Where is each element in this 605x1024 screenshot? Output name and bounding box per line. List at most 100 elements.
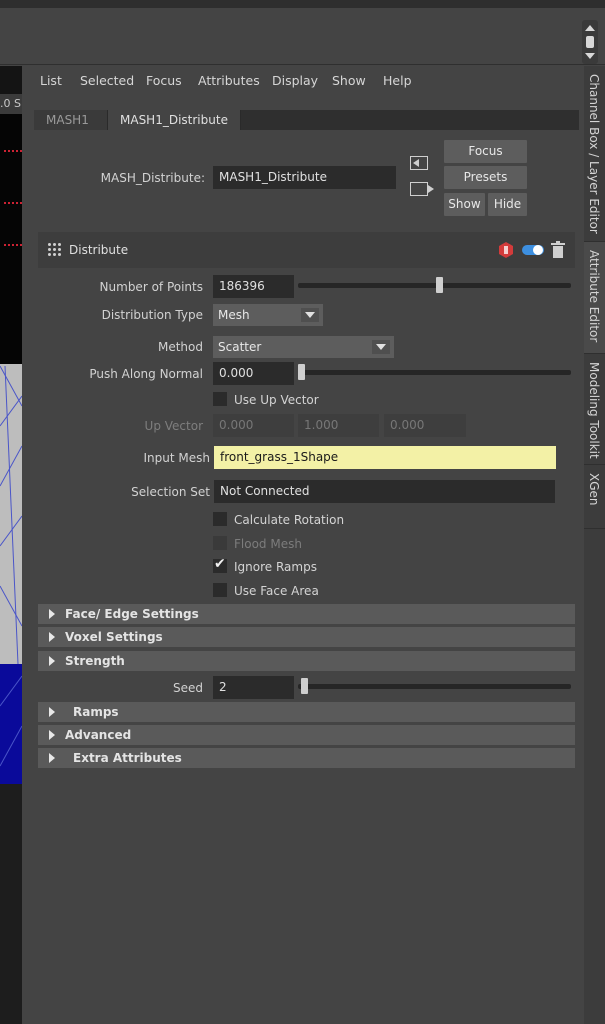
method-value: Scatter — [218, 340, 262, 354]
distribution-type-dropdown[interactable]: Mesh — [213, 304, 323, 326]
tab-modeling-toolkit-label: Modeling Toolkit — [587, 362, 601, 459]
tab-xgen-label: XGen — [587, 473, 601, 506]
push-along-normal-field[interactable]: 0.000 — [213, 362, 294, 385]
attribute-editor: List Selected Focus Attributes Display S… — [28, 66, 582, 1024]
load-output-icon[interactable] — [410, 182, 434, 196]
use-up-vector-label: Use Up Vector — [234, 393, 319, 407]
voxel-settings-title: Voxel Settings — [65, 630, 163, 644]
maya-window: .0 S List Selected Focus Attributes Disp… — [0, 0, 605, 1024]
top-panel — [0, 8, 605, 65]
seed-slider-thumb[interactable] — [300, 678, 308, 694]
expand-arrow-icon — [49, 730, 55, 740]
chevron-down-icon — [301, 308, 319, 322]
face-edge-settings-title: Face/ Edge Settings — [65, 607, 199, 621]
selection-set-label: Selection Set — [131, 485, 210, 499]
use-face-area-checkbox[interactable] — [213, 583, 227, 597]
distribute-title: Distribute — [69, 243, 129, 257]
expand-arrow-icon — [49, 707, 55, 717]
tab-xgen[interactable]: XGen — [584, 465, 605, 529]
number-of-points-slider-thumb[interactable] — [436, 277, 444, 293]
number-of-points-field[interactable]: 186396 — [213, 275, 294, 298]
enable-toggle-icon[interactable] — [522, 244, 544, 256]
calculate-rotation-label: Calculate Rotation — [234, 513, 345, 527]
viewport-panel[interactable]: .0 S — [0, 66, 22, 1024]
distribution-type-label: Distribution Type — [101, 308, 203, 322]
mash-warning-icon[interactable] — [499, 242, 513, 258]
scroll-thumb[interactable] — [586, 36, 594, 48]
node-tabs: MASH1 MASH1_Distribute — [34, 110, 579, 130]
extra-attributes-title: Extra Attributes — [73, 751, 182, 765]
expand-arrow-icon — [49, 609, 55, 619]
method-label: Method — [157, 340, 203, 354]
up-vector-z-field[interactable]: 0.000 — [384, 414, 466, 437]
up-vector-x-field[interactable]: 0.000 — [213, 414, 294, 437]
tab-attribute-editor[interactable]: Attribute Editor — [584, 242, 605, 354]
title-strip — [0, 0, 605, 8]
method-dropdown[interactable]: Scatter — [213, 336, 394, 358]
expand-arrow-icon — [49, 632, 55, 642]
menu-display[interactable]: Display — [272, 73, 318, 88]
tab-channel-box[interactable]: Channel Box / Layer Editor — [584, 66, 605, 242]
ramps-title: Ramps — [73, 705, 119, 719]
calculate-rotation-checkbox[interactable] — [213, 512, 227, 526]
ramps-frame[interactable]: Ramps — [38, 702, 575, 722]
input-mesh-field[interactable]: front_grass_1Shape — [214, 446, 556, 469]
menu-help[interactable]: Help — [383, 73, 412, 88]
presets-button[interactable]: Presets — [444, 166, 527, 189]
focus-button[interactable]: Focus — [444, 140, 527, 163]
seed-slider[interactable] — [298, 684, 571, 689]
seed-label: Seed — [173, 681, 203, 695]
menu-selected[interactable]: Selected — [80, 73, 134, 88]
voxel-settings-frame[interactable]: Voxel Settings — [38, 627, 575, 647]
number-of-points-label: Number of Points — [99, 280, 203, 294]
tab-mash1[interactable]: MASH1 — [34, 110, 108, 130]
menu-list[interactable]: List — [40, 73, 62, 88]
side-tab-bar: Channel Box / Layer Editor Attribute Edi… — [584, 66, 605, 1024]
node-name-field[interactable]: MASH1_Distribute — [213, 166, 396, 189]
tab-modeling-toolkit[interactable]: Modeling Toolkit — [584, 354, 605, 465]
scroll-up-icon[interactable] — [585, 25, 595, 31]
strength-frame[interactable]: Strength — [38, 651, 575, 671]
expand-arrow-icon — [49, 753, 55, 763]
distribute-header[interactable]: Distribute — [38, 232, 575, 268]
menu-attributes[interactable]: Attributes — [198, 73, 260, 88]
up-vector-y-field[interactable]: 1.000 — [298, 414, 379, 437]
expand-arrow-icon — [49, 656, 55, 666]
distribution-type-value: Mesh — [218, 308, 250, 322]
flood-mesh-label: Flood Mesh — [234, 537, 302, 551]
tab-channel-box-label: Channel Box / Layer Editor — [587, 74, 601, 234]
ignore-ramps-label: Ignore Ramps — [234, 560, 317, 574]
advanced-title: Advanced — [65, 728, 132, 742]
tab-mash1-distribute[interactable]: MASH1_Distribute — [108, 110, 241, 130]
push-along-normal-label: Push Along Normal — [89, 367, 203, 381]
distribute-node-icon — [48, 243, 62, 257]
scroll-down-icon[interactable] — [585, 53, 595, 59]
extra-attributes-frame[interactable]: Extra Attributes — [38, 748, 575, 768]
selection-set-field[interactable]: Not Connected — [214, 480, 555, 503]
show-button[interactable]: Show — [444, 193, 485, 216]
flood-mesh-checkbox[interactable] — [213, 536, 227, 550]
panel-scroller[interactable] — [582, 20, 598, 64]
checkmark-icon: ✔ — [214, 556, 226, 572]
viewport-wireframe — [0, 365, 22, 767]
trash-icon[interactable] — [551, 241, 565, 258]
push-along-normal-slider-thumb[interactable] — [298, 364, 305, 380]
menubar: List Selected Focus Attributes Display S… — [28, 66, 582, 96]
face-edge-settings-frame[interactable]: Face/ Edge Settings — [38, 604, 575, 624]
load-input-icon[interactable] — [410, 156, 428, 170]
up-vector-label: Up Vector — [144, 419, 203, 433]
menu-focus[interactable]: Focus — [146, 73, 182, 88]
push-along-normal-slider[interactable] — [298, 370, 571, 375]
number-of-points-slider[interactable] — [298, 283, 571, 288]
seed-field[interactable]: 2 — [213, 676, 294, 699]
tab-attribute-editor-label: Attribute Editor — [587, 250, 601, 343]
node-name-label: MASH_Distribute: — [100, 171, 205, 185]
menu-show[interactable]: Show — [332, 73, 366, 88]
hide-button[interactable]: Hide — [488, 193, 527, 216]
use-up-vector-checkbox[interactable] — [213, 392, 227, 406]
advanced-frame[interactable]: Advanced — [38, 725, 575, 745]
strength-title: Strength — [65, 654, 125, 668]
chevron-down-icon — [372, 340, 390, 354]
use-face-area-label: Use Face Area — [234, 584, 319, 598]
ignore-ramps-checkbox[interactable]: ✔ — [213, 556, 227, 573]
